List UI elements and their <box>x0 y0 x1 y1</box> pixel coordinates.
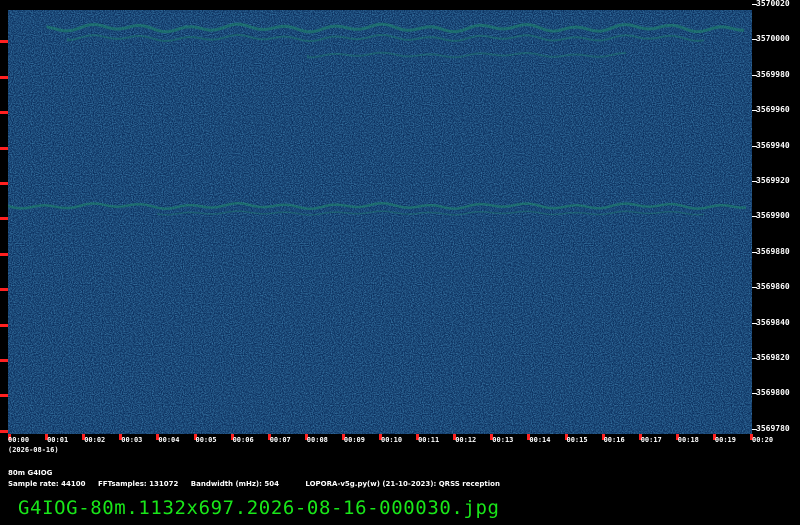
filename-caption: G4IOG-80m.1132x697.2026-08-16-000030.jpg <box>18 497 500 519</box>
left-red-tick <box>0 359 8 362</box>
freq-label: 3569840 <box>756 317 790 327</box>
freq-label: 3570000 <box>756 34 790 44</box>
time-label: 00:07 <box>269 436 291 444</box>
time-label: 00:00 <box>8 436 30 444</box>
freq-label: 3569940 <box>756 140 790 150</box>
time-label: 00:16 <box>603 436 625 444</box>
program-info: LOPORA-v5g.py(w) (21-10-2023): QRSS rece… <box>305 480 500 488</box>
freq-label: 3569860 <box>756 282 790 292</box>
left-red-tick <box>0 40 8 44</box>
freq-label: 3569920 <box>756 176 790 185</box>
info-line: Sample rate: 44100 FFTsamples: 131072 Ba… <box>8 480 510 488</box>
sample-rate: Sample rate: 44100 <box>8 480 86 488</box>
left-red-tick <box>0 75 8 79</box>
time-label: 00:01 <box>47 436 69 444</box>
station-label: 80m G4IOG <box>8 469 53 477</box>
time-label: 00:19 <box>714 436 736 444</box>
spectrogram-image <box>8 10 752 434</box>
left-red-tick <box>0 252 8 256</box>
time-label: 00:05 <box>195 436 217 444</box>
bandwidth: Bandwidth (mHz): 504 <box>190 480 279 488</box>
time-label: 00:15 <box>566 436 588 444</box>
freq-label: 3569780 <box>756 423 790 433</box>
left-red-tick <box>0 217 8 221</box>
time-label: 00:03 <box>121 436 143 444</box>
time-label: 00:12 <box>455 436 477 444</box>
time-label: 00:11 <box>418 436 440 444</box>
waterfall-spectrogram <box>8 10 752 434</box>
time-label: 00:09 <box>343 436 365 444</box>
time-label: 00:04 <box>158 436 180 444</box>
date-label: (2026-08-16) <box>8 446 59 454</box>
freq-label: 3569900 <box>756 211 790 221</box>
fft-samples: FFTsamples: 131072 <box>97 480 179 488</box>
time-label: 00:18 <box>677 436 699 444</box>
freq-label: 3569880 <box>756 246 790 256</box>
time-label: 00:13 <box>492 436 514 444</box>
freq-label: 3570020 <box>756 0 790 8</box>
time-label: 00:10 <box>381 436 403 444</box>
left-red-tick <box>0 288 8 292</box>
time-label: 00:02 <box>84 436 106 444</box>
left-red-tick <box>0 394 8 398</box>
left-red-tick <box>0 182 8 185</box>
time-label: 00:08 <box>306 436 328 444</box>
left-red-tick <box>0 111 8 115</box>
time-label: 00:17 <box>640 436 662 444</box>
left-red-tick <box>0 429 8 433</box>
left-red-tick <box>0 323 8 327</box>
time-label: 00:14 <box>529 436 551 444</box>
freq-label: 3569980 <box>756 69 790 79</box>
left-red-tick <box>0 146 8 150</box>
freq-label: 3569800 <box>756 388 790 398</box>
freq-label: 3569960 <box>756 105 790 115</box>
time-label: 00:06 <box>232 436 254 444</box>
freq-label: 3569820 <box>756 353 790 362</box>
time-label: 00:20 <box>752 436 774 444</box>
